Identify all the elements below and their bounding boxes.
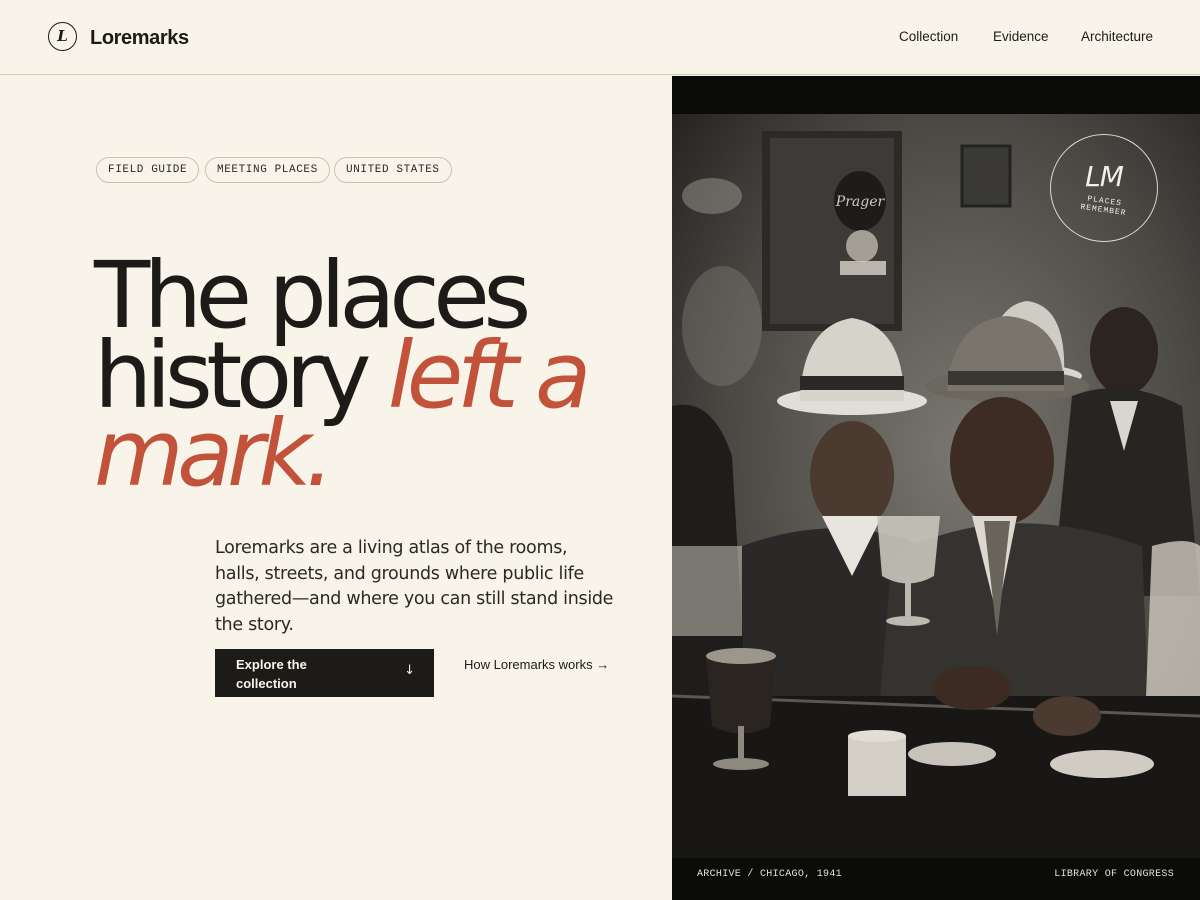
tag-meeting-places: MEETING PLACES — [205, 157, 330, 183]
tag-field-guide: FIELD GUIDE — [96, 157, 200, 183]
site-header: L Loremarks Collection Evidence Architec… — [0, 0, 1200, 75]
brand-name[interactable]: Loremarks — [90, 25, 189, 51]
nav-architecture[interactable]: Architecture — [1081, 29, 1153, 45]
badge-caption: PLACES REMEMBER — [1050, 190, 1157, 223]
explore-collection-label: Explore the collection — [236, 657, 307, 691]
arrow-down-icon: ↓ — [404, 663, 415, 678]
nav-evidence[interactable]: Evidence — [993, 29, 1049, 45]
sign-text: Prager — [835, 194, 886, 210]
hero-description: Loremarks are a living atlas of the room… — [215, 538, 614, 635]
nav-collection[interactable]: Collection — [899, 29, 958, 45]
photo-caption-archive: ARCHIVE / CHICAGO, 1941 — [697, 869, 842, 880]
headline-line-3: mark. — [94, 400, 334, 507]
headline-accent: left a — [387, 322, 592, 429]
places-remember-badge: LM PLACES REMEMBER — [1050, 134, 1158, 242]
how-it-works-link[interactable]: How Loremarks works → — [464, 656, 614, 674]
tag-united-states: UNITED STATES — [334, 157, 452, 183]
explore-collection-button[interactable]: Explore the collection ↓ — [215, 649, 434, 697]
photo-credit: LIBRARY OF CONGRESS — [1054, 869, 1174, 880]
logo-icon[interactable]: L — [48, 22, 77, 51]
badge-monogram: LM — [1085, 160, 1124, 193]
archive-photo: Prager LM PLACES REMEMBER ARCHIVE / CHIC… — [672, 76, 1200, 900]
